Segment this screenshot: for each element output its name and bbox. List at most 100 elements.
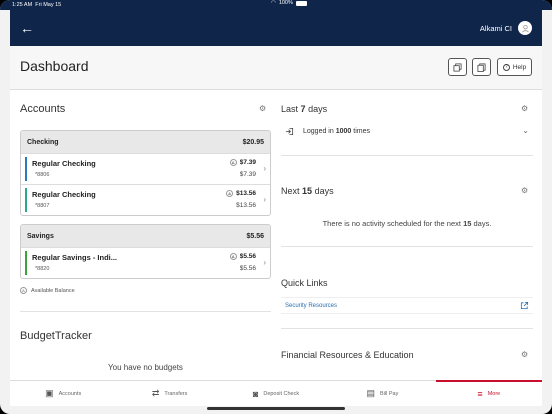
account-color-bar: [25, 157, 27, 181]
account-color-bar: [25, 188, 27, 212]
chevron-right-icon: ›: [263, 258, 266, 267]
group-header[interactable]: Savings $5.56: [21, 225, 270, 247]
tab-bill-pay[interactable]: ▤ Bill Pay: [329, 381, 435, 406]
login-summary-row[interactable]: Logged in 1000 times ⌄: [285, 126, 533, 136]
accounts-icon: ▣: [45, 388, 54, 398]
account-number: *8806: [35, 172, 50, 178]
next-days-title: Next 15 days: [281, 186, 334, 196]
tab-transfers[interactable]: ⇄ Transfers: [116, 381, 222, 406]
budget-empty-message: You have no budgets: [108, 363, 183, 372]
balance-legend: A Available Balance: [20, 287, 75, 294]
account-row[interactable]: Regular Checking *8806 A $7.39 $7.39 ›: [21, 153, 270, 184]
person-icon: [521, 24, 529, 32]
user-menu[interactable]: Alkami CI: [480, 21, 532, 35]
battery-percent: 100%: [278, 0, 293, 6]
copy-icon: [453, 62, 462, 72]
tab-label: More: [487, 390, 501, 397]
account-row[interactable]: Regular Savings - Indi... *8820 A $5.56 $…: [21, 247, 270, 278]
bottom-tab-bar: ▣ Accounts ⇄ Transfers ◙ Deposit Check ▤…: [10, 380, 543, 406]
document-stack-icon: [477, 62, 486, 72]
account-name: Regular Checking: [32, 159, 96, 168]
app-screen: 1:25 AM Fri May 15 ◠ 100% ← Alkami CI Da…: [0, 0, 552, 414]
tab-more[interactable]: ≡ More: [435, 380, 543, 406]
section-divider: [281, 328, 533, 329]
empty-days: 15: [463, 219, 472, 228]
chevron-down-icon[interactable]: ⌄: [522, 126, 529, 135]
battery-icon: [295, 0, 307, 6]
section-divider: [281, 246, 533, 247]
available-balance-icon: A: [229, 253, 237, 260]
financial-title: Financial Resources & Education: [281, 350, 414, 360]
group-header[interactable]: Checking $20.95: [21, 131, 270, 153]
tab-label: Bill Pay: [380, 390, 399, 397]
help-label: Help: [512, 63, 527, 71]
account-color-bar: [25, 251, 27, 275]
group-total: $20.95: [242, 138, 264, 146]
chevron-right-icon: ›: [263, 164, 266, 173]
section-divider: [281, 155, 533, 156]
print-button[interactable]: [472, 58, 491, 76]
last-days-title: Last 7 days: [281, 104, 327, 114]
transfers-icon: ⇄: [151, 388, 160, 398]
gear-icon[interactable]: ⚙: [521, 104, 528, 113]
savings-group: Savings $5.56 Regular Savings - Indi... …: [20, 224, 271, 279]
group-total: $5.56: [246, 232, 264, 240]
next-days-prefix: Next: [281, 186, 300, 196]
menu-icon: ≡: [477, 388, 483, 399]
quick-link-row[interactable]: Security Resources: [281, 297, 533, 314]
current-balance: $5.56: [239, 265, 256, 272]
section-divider: [20, 311, 271, 312]
empty-prefix: There is no activity scheduled for the n…: [322, 219, 461, 228]
quick-link-security[interactable]: Security Resources: [285, 303, 337, 309]
last-days-suffix: days: [308, 104, 328, 114]
next-days-empty-message: There is no activity scheduled for the n…: [281, 219, 533, 228]
available-balance-icon: A: [20, 287, 27, 294]
legend-label: Available Balance: [31, 287, 75, 294]
login-suffix: times: [353, 128, 370, 135]
copy-button[interactable]: [448, 58, 467, 76]
bill-icon: ▤: [366, 388, 375, 398]
current-balance: $7.39: [239, 171, 256, 178]
next-days-count: 15: [302, 186, 313, 196]
help-button[interactable]: ? Help: [497, 58, 532, 76]
group-name: Savings: [27, 232, 54, 240]
tab-label: Transfers: [164, 390, 188, 397]
last-days-prefix: Last: [281, 104, 299, 114]
available-balance: $13.56: [236, 190, 256, 197]
home-indicator[interactable]: [207, 407, 345, 410]
tab-accounts[interactable]: ▣ Accounts: [10, 381, 116, 406]
gear-icon[interactable]: ⚙: [521, 350, 528, 359]
accounts-title: Accounts: [20, 103, 66, 115]
checking-group: Checking $20.95 Regular Checking *8806 A…: [20, 130, 271, 216]
camera-icon: ◙: [252, 388, 259, 399]
group-name: Checking: [27, 138, 59, 146]
gear-icon[interactable]: ⚙: [259, 104, 266, 113]
available-balance-icon: A: [226, 190, 234, 197]
account-number: *8807: [35, 203, 50, 209]
external-link-icon: [520, 301, 529, 310]
back-arrow-icon[interactable]: ←: [20, 21, 34, 35]
sign-in-icon: [285, 127, 294, 136]
chevron-right-icon: ›: [263, 195, 266, 204]
available-balance-icon: A: [229, 159, 237, 166]
next-days-suffix: days: [314, 186, 334, 196]
help-icon: ?: [502, 63, 510, 71]
app-header: ← Alkami CI: [10, 10, 542, 46]
account-row[interactable]: Regular Checking *8807 A $13.56 $13.56 ›: [21, 184, 270, 215]
last-days-count: 7: [300, 104, 306, 114]
avatar[interactable]: [518, 21, 532, 35]
gear-icon[interactable]: ⚙: [521, 186, 528, 195]
dashboard-content: Accounts ⚙ Checking $20.95 Regular Check…: [10, 90, 542, 380]
available-balance: $7.39: [239, 159, 256, 166]
page-title: Dashboard: [20, 58, 89, 74]
account-name: Regular Savings - Indi...: [32, 253, 118, 262]
wifi-icon: ◠: [271, 0, 276, 6]
login-count: 1000: [335, 128, 352, 135]
user-name: Alkami CI: [479, 23, 512, 33]
page-title-bar: Dashboard ? Help: [10, 46, 542, 90]
quick-links-title: Quick Links: [281, 278, 328, 288]
empty-suffix: days.: [473, 219, 492, 228]
status-bar: 1:25 AM Fri May 15 ◠ 100%: [0, 0, 552, 10]
tab-label: Deposit Check: [263, 390, 300, 397]
tab-deposit-check[interactable]: ◙ Deposit Check: [223, 381, 329, 406]
